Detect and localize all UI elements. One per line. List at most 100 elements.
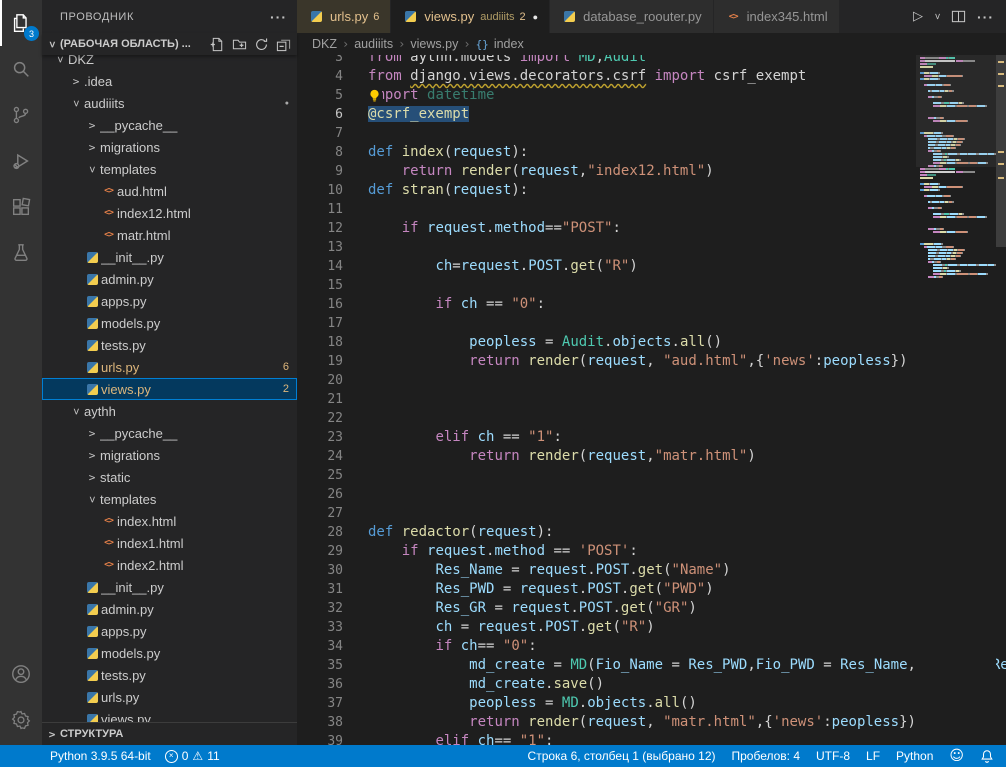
split-editor-icon[interactable] xyxy=(951,9,966,24)
tab-index345.html[interactable]: index345.html xyxy=(714,0,840,33)
run-dropdown-icon[interactable]: > xyxy=(931,13,942,19)
tree-item-tests.py[interactable]: tests.py xyxy=(42,664,297,686)
refresh-icon[interactable] xyxy=(254,37,269,52)
new-file-icon[interactable] xyxy=(210,37,225,52)
code-line: ch=request.POST.get("R") xyxy=(368,257,1006,276)
language-mode[interactable]: Python xyxy=(896,749,933,763)
warning-mark xyxy=(998,163,1004,165)
python-interpreter[interactable]: Python 3.9.5 64-bit xyxy=(50,749,151,763)
dirty-indicator-icon[interactable]: ● xyxy=(533,12,538,22)
tree-item-index1.html[interactable]: index1.html xyxy=(42,532,297,554)
breadcrumb-separator-icon: › xyxy=(463,37,470,51)
minimap[interactable] xyxy=(916,55,996,745)
collapse-all-icon[interactable] xyxy=(276,37,291,52)
breadcrumb-item-DKZ[interactable]: DKZ xyxy=(312,37,337,51)
chevron-down-icon xyxy=(84,493,100,506)
activity-extensions-icon[interactable] xyxy=(0,184,42,230)
breadcrumb-symbol[interactable]: index xyxy=(494,37,524,51)
chevron-down-icon xyxy=(84,163,100,176)
python-file-icon xyxy=(87,384,98,395)
html-file-icon xyxy=(725,12,742,22)
activity-account-icon[interactable] xyxy=(0,651,42,697)
tree-item-views.py[interactable]: views.py xyxy=(42,708,297,722)
tree-item-urls.py[interactable]: urls.py6 xyxy=(42,356,297,378)
code-line: def stran(request): xyxy=(368,181,1006,200)
tree-item-DKZ[interactable]: DKZ xyxy=(42,55,297,70)
outline-section-header[interactable]: СТРУКТУРА xyxy=(42,722,297,745)
tree-item-label: migrations xyxy=(100,140,289,155)
tree-item-admin.py[interactable]: admin.py xyxy=(42,268,297,290)
run-button[interactable]: ▷ xyxy=(913,9,923,24)
tree-item-.idea[interactable]: .idea xyxy=(42,70,297,92)
breadcrumb-item-views.py[interactable]: views.py xyxy=(410,37,458,51)
tree-item-__init__.py[interactable]: __init__.py xyxy=(42,246,297,268)
line-number: 36 xyxy=(297,675,343,694)
tree-item-models.py[interactable]: models.py xyxy=(42,312,297,334)
activity-search-icon[interactable] xyxy=(0,46,42,92)
eol-setting[interactable]: LF xyxy=(866,749,880,763)
tree-item-label: views.py xyxy=(101,712,289,723)
minimap-slider[interactable] xyxy=(916,55,996,167)
indentation-setting[interactable]: Пробелов: 4 xyxy=(732,749,801,763)
tree-item-index2.html[interactable]: index2.html xyxy=(42,554,297,576)
explorer-more-actions-icon[interactable] xyxy=(270,9,287,25)
python-file-icon xyxy=(402,11,419,22)
warning-mark xyxy=(998,151,1004,153)
tree-item-index.html[interactable]: index.html xyxy=(42,510,297,532)
tree-item-templates[interactable]: templates xyxy=(42,158,297,180)
tree-item-models.py[interactable]: models.py xyxy=(42,642,297,664)
editor-group: urls.py6views.pyaudiiits2● database_roout… xyxy=(297,0,1006,745)
tree-item-__pycache__[interactable]: __pycache__ xyxy=(42,114,297,136)
tree-item-tests.py[interactable]: tests.py xyxy=(42,334,297,356)
lightbulb-icon[interactable] xyxy=(367,88,382,103)
tree-item-admin.py[interactable]: admin.py xyxy=(42,598,297,620)
activity-run-and-debug-icon[interactable] xyxy=(0,138,42,184)
encoding-setting[interactable]: UTF-8 xyxy=(816,749,850,763)
activity-testing-icon[interactable] xyxy=(0,230,42,276)
activity-settings-icon[interactable] xyxy=(0,697,42,743)
tree-item-aythh[interactable]: aythh xyxy=(42,400,297,422)
tree-item-label: __init__.py xyxy=(101,250,289,265)
file-tree: DKZ.ideaaudiiits●__pycache__migrationste… xyxy=(42,55,297,722)
html-file-icon xyxy=(104,230,113,240)
tree-item-__init__.py[interactable]: __init__.py xyxy=(42,576,297,598)
activity-source-control-icon[interactable] xyxy=(0,92,42,138)
workspace-section-header[interactable]: (РАБОЧАЯ ОБЛАСТЬ) ... xyxy=(42,33,297,55)
line-number: 28 xyxy=(297,523,343,542)
line-number: 12 xyxy=(297,219,343,238)
tree-item-matr.html[interactable]: matr.html xyxy=(42,224,297,246)
editor-more-actions-icon[interactable] xyxy=(977,9,994,25)
new-folder-icon[interactable] xyxy=(232,37,247,52)
main-area: 3 ПРОВОДНИК (РАБОЧАЯ ОБЛАСТЬ) ... xyxy=(0,0,1006,745)
cursor-position[interactable]: Строка 6, столбец 1 (выбрано 12) xyxy=(528,749,716,763)
feedback-icon[interactable]: ☺ xyxy=(949,749,964,763)
tree-item-apps.py[interactable]: apps.py xyxy=(42,620,297,642)
tree-item-label: apps.py xyxy=(101,294,289,309)
tree-item-migrations[interactable]: migrations xyxy=(42,136,297,158)
tree-item-index12.html[interactable]: index12.html xyxy=(42,202,297,224)
html-file-icon xyxy=(104,538,113,548)
tree-item-audiiits[interactable]: audiiits● xyxy=(42,92,297,114)
notifications-bell-icon[interactable] xyxy=(980,749,994,763)
code-area[interactable]: from aythh.models import MD,Auditfrom dj… xyxy=(365,55,1006,745)
tab-title: database_roouter.py xyxy=(583,9,702,24)
tree-item-templates[interactable]: templates xyxy=(42,488,297,510)
tree-item-__pycache__[interactable]: __pycache__ xyxy=(42,422,297,444)
problems-indicator[interactable]: 0 ⚠ 11 xyxy=(165,749,220,763)
python-file-icon xyxy=(87,626,98,637)
tree-item-aud.html[interactable]: aud.html xyxy=(42,180,297,202)
tree-item-apps.py[interactable]: apps.py xyxy=(42,290,297,312)
tree-item-urls.py[interactable]: urls.py xyxy=(42,686,297,708)
tab-database_roouter.py[interactable]: database_roouter.py xyxy=(550,0,714,33)
code-line xyxy=(368,504,1006,523)
vertical-scrollbar[interactable] xyxy=(996,55,1006,745)
line-number: 20 xyxy=(297,371,343,390)
breadcrumb-item-audiiits[interactable]: audiiits xyxy=(354,37,393,51)
python-file-icon xyxy=(87,648,98,659)
tree-item-static[interactable]: static xyxy=(42,466,297,488)
tab-urls.py[interactable]: urls.py6 xyxy=(297,0,391,33)
tab-views.py[interactable]: views.pyaudiiits2● xyxy=(391,0,550,33)
tree-item-migrations[interactable]: migrations xyxy=(42,444,297,466)
activity-explorer-icon[interactable]: 3 xyxy=(0,0,42,46)
tree-item-views.py[interactable]: views.py2 xyxy=(42,378,297,400)
